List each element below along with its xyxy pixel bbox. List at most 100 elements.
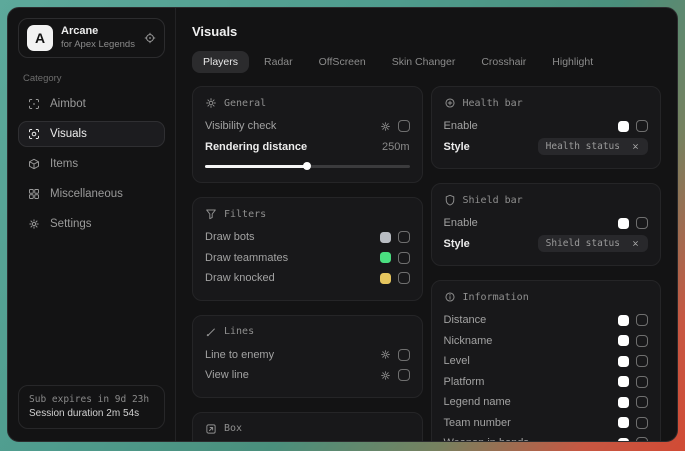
sidebar-item-miscellaneous[interactable]: Miscellaneous	[18, 181, 165, 207]
tab-crosshair[interactable]: Crosshair	[470, 51, 537, 73]
focus-icon	[28, 128, 40, 140]
color-swatch[interactable]	[618, 397, 629, 408]
main-content: Visuals PlayersRadarOffScreenSkin Change…	[176, 8, 677, 441]
target-icon[interactable]	[144, 32, 156, 44]
card-filters: FiltersDraw botsDraw teammatesDraw knock…	[192, 197, 423, 301]
row-label: Visibility check	[205, 120, 276, 132]
checkbox[interactable]	[398, 231, 410, 243]
card-lines: LinesLine to enemyView line	[192, 315, 423, 398]
row-controls	[618, 217, 648, 229]
slider-rendering-distance[interactable]	[205, 161, 410, 171]
color-swatch[interactable]	[618, 121, 629, 132]
checkbox[interactable]	[398, 272, 410, 284]
row-label: Draw teammates	[205, 252, 288, 264]
checkbox[interactable]	[398, 349, 410, 361]
tab-radar[interactable]: Radar	[253, 51, 304, 73]
tab-players[interactable]: Players	[192, 51, 249, 73]
row-style: Style Health status	[444, 137, 649, 158]
session-duration-text: Session duration 2m 54s	[29, 408, 154, 419]
row-label: Enable	[444, 120, 478, 132]
row-controls	[380, 272, 410, 284]
settings-columns: General Visibility check Rendering distanc…	[192, 86, 661, 441]
sidebar-item-items[interactable]: Items	[18, 151, 165, 177]
sidebar-item-aimbot[interactable]: Aimbot	[18, 91, 165, 117]
shield-icon	[444, 194, 456, 206]
gear-icon[interactable]	[380, 349, 391, 360]
health-icon	[444, 97, 456, 109]
checkbox[interactable]	[636, 217, 648, 229]
tab-bar: PlayersRadarOffScreenSkin ChangerCrossha…	[192, 51, 661, 73]
tab-skin-changer[interactable]: Skin Changer	[381, 51, 467, 73]
row-label: Enable	[444, 217, 478, 229]
card-shield-bar: Shield bar Enable StyleShield status	[431, 183, 662, 266]
gear-icon[interactable]	[380, 370, 391, 381]
line-icon	[205, 326, 217, 338]
app-name: Arcane	[61, 25, 136, 39]
tab-highlight[interactable]: Highlight	[541, 51, 604, 73]
color-swatch[interactable]	[380, 273, 391, 284]
row-level: Level	[444, 351, 649, 372]
row-label: View line	[205, 369, 249, 381]
row-controls	[618, 376, 648, 388]
color-swatch[interactable]	[618, 218, 629, 229]
section-title: General	[224, 98, 266, 109]
checkbox[interactable]	[398, 252, 410, 264]
app-identity: Arcane for Apex Legends	[61, 25, 136, 51]
row-style: StyleShield status	[444, 234, 649, 255]
color-swatch[interactable]	[380, 252, 391, 263]
close-icon[interactable]	[631, 239, 640, 248]
color-swatch[interactable]	[618, 376, 629, 387]
row-controls	[618, 355, 648, 367]
row-label: Weapon in hands	[444, 437, 529, 441]
row-draw-knocked: Draw knocked	[205, 268, 410, 289]
app-logo-card: A Arcane for Apex Legends	[18, 18, 165, 58]
checkbox[interactable]	[636, 417, 648, 429]
checkbox[interactable]	[636, 376, 648, 388]
style-select[interactable]: Health status	[538, 138, 648, 155]
slider-fill	[205, 165, 307, 168]
section-title: Lines	[224, 326, 254, 337]
row-label: Style	[444, 141, 470, 153]
row-weapon-in-hands: Weapon in hands	[444, 433, 649, 441]
tab-offscreen[interactable]: OffScreen	[308, 51, 377, 73]
checkbox[interactable]	[636, 355, 648, 367]
checkbox[interactable]	[636, 314, 648, 326]
info-icon	[444, 291, 456, 303]
style-select[interactable]: Shield status	[538, 235, 648, 252]
row-rendering-distance: Rendering distance250m	[205, 137, 410, 158]
gear-icon	[28, 218, 40, 230]
checkbox[interactable]	[636, 396, 648, 408]
checkbox[interactable]	[398, 369, 410, 381]
color-swatch[interactable]	[618, 315, 629, 326]
sidebar-nav: Aimbot Visuals Items Miscellaneous Settings	[18, 91, 165, 241]
section-title: Information	[463, 292, 529, 303]
subscription-card: Sub expires in 9d 23h Session duration 2…	[18, 385, 165, 429]
color-swatch[interactable]	[380, 232, 391, 243]
row-controls	[618, 335, 648, 347]
card-header: Shield bar	[444, 194, 649, 206]
row-value: 250m	[382, 141, 410, 153]
sidebar-item-settings[interactable]: Settings	[18, 211, 165, 237]
row-label: Draw knocked	[205, 272, 275, 284]
sidebar-item-visuals[interactable]: Visuals	[18, 121, 165, 147]
close-icon[interactable]	[631, 142, 640, 151]
app-logo: A	[27, 25, 53, 51]
color-swatch[interactable]	[618, 438, 629, 441]
color-swatch[interactable]	[618, 417, 629, 428]
row-team-number: Team number	[444, 413, 649, 434]
gear-icon[interactable]	[380, 121, 391, 132]
checkbox[interactable]	[636, 120, 648, 132]
grid-icon	[28, 188, 40, 200]
app-subtitle: for Apex Legends	[61, 39, 136, 51]
checkbox[interactable]	[398, 120, 410, 132]
checkbox[interactable]	[636, 437, 648, 441]
sidebar-item-label: Aimbot	[50, 98, 86, 110]
checkbox[interactable]	[636, 335, 648, 347]
color-swatch[interactable]	[618, 335, 629, 346]
right-column: Health barEnableStyleHealth statusShield…	[431, 86, 662, 441]
color-swatch[interactable]	[618, 356, 629, 367]
slider-thumb[interactable]	[303, 162, 311, 170]
card-header: Filters	[205, 208, 410, 220]
left-column: General Visibility check Rendering distanc…	[192, 86, 423, 441]
funnel-icon	[205, 208, 217, 220]
